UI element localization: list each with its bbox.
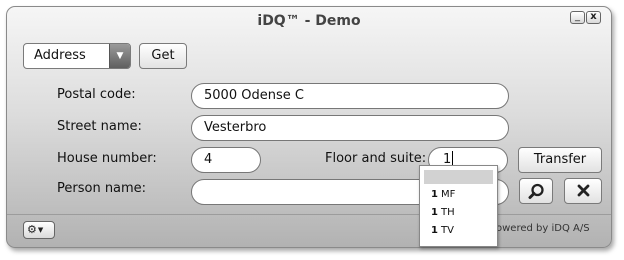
idq-demo-window: iDQ™ - Demo _ x Address ▼ Get Postal cod… [6,6,612,248]
floor-suite-label: Floor and suite: [325,151,427,166]
suggestion-item[interactable]: 1 MF [420,186,497,204]
suggestion-item[interactable]: 1 TV [420,222,497,240]
close-button[interactable]: x [586,11,601,24]
minimize-button[interactable]: _ [570,11,585,24]
settings-menu-button[interactable]: ⚙▼ [23,221,55,239]
chevron-down-icon[interactable]: ▼ [109,44,130,68]
transfer-button[interactable]: Transfer [518,147,602,173]
house-number-label: House number: [57,151,157,166]
window-title: iDQ™ - Demo [257,13,361,29]
suggestion-item[interactable]: 1 TH [420,204,497,222]
postal-code-label: Postal code: [57,87,136,102]
lookup-type-select[interactable]: Address ▼ [23,43,131,69]
powered-by-text: owered by iDQ A/S [496,223,590,234]
text-caret [452,151,454,165]
lookup-type-value: Address [34,48,86,63]
gear-icon: ⚙ [27,223,37,236]
street-name-label: Street name: [57,119,142,134]
caret-down-icon: ▼ [37,226,44,234]
person-name-label: Person name: [57,181,147,196]
magnifier-icon [528,183,544,199]
suggestion-blank[interactable] [424,170,493,184]
clear-button[interactable] [564,178,602,204]
get-button[interactable]: Get [139,43,187,69]
x-icon [577,184,589,197]
postal-code-field[interactable]: 5000 Odense C [191,83,509,109]
search-button[interactable] [519,178,553,204]
street-name-field[interactable]: Vesterbro [191,115,509,141]
house-number-field[interactable]: 4 [191,147,261,173]
footer-divider [7,214,611,215]
floor-suite-suggestions: 1 MF 1 TH 1 TV [419,165,498,247]
